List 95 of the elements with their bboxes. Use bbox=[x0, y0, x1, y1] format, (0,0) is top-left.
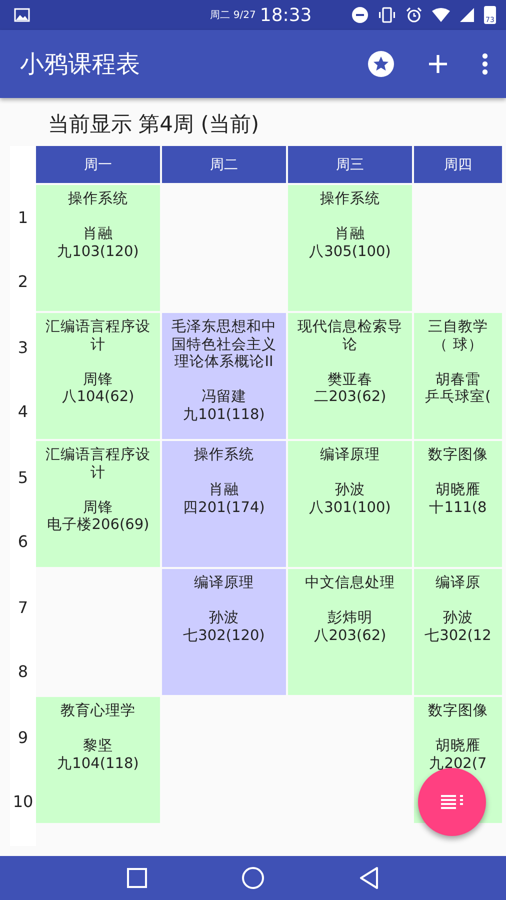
course-title: 操作系统 bbox=[68, 191, 128, 208]
course-card[interactable]: 汇编语言程序设计 周锋 电子楼206(69) bbox=[36, 441, 160, 567]
room-label: 八305(100) bbox=[309, 244, 391, 261]
square-icon bbox=[127, 868, 147, 888]
course-title: 三自教学（ 球） bbox=[427, 319, 489, 354]
app-title: 小鸦课程表 bbox=[20, 49, 141, 80]
teacher-name: 孙波 bbox=[443, 610, 473, 628]
teacher-name: 胡晓雁 bbox=[436, 482, 480, 500]
teacher-name: 樊亚春 bbox=[328, 372, 372, 389]
plus-icon bbox=[428, 54, 448, 74]
home-button[interactable] bbox=[241, 866, 265, 890]
period-number: 3 bbox=[16, 336, 30, 358]
period-number: 5 bbox=[16, 466, 30, 488]
course-card[interactable]: 数字图像 胡晓雁 十111(8 bbox=[414, 441, 502, 567]
course-title: 汇编语言程序设计 bbox=[44, 447, 152, 482]
add-button[interactable] bbox=[428, 54, 448, 74]
teacher-name: 周锋 bbox=[83, 500, 113, 517]
recents-button[interactable] bbox=[127, 868, 147, 888]
course-card[interactable]: 毛泽东思想和中国特色社会主义理论体系概论II 冯留建 九101(118) bbox=[162, 313, 286, 439]
course-card[interactable]: 编译原理 孙波 八301(100) bbox=[288, 441, 412, 567]
room-label: 十111(8 bbox=[429, 500, 487, 517]
course-card[interactable]: 现代信息检索导论 樊亚春 二203(62) bbox=[288, 313, 412, 439]
alarm-icon bbox=[406, 7, 422, 23]
course-card[interactable]: 编译原 孙波 七302(12 bbox=[414, 569, 502, 695]
room-label: 九202(7 bbox=[429, 756, 487, 773]
signal-icon bbox=[460, 8, 474, 22]
teacher-name: 肖融 bbox=[335, 226, 365, 244]
triangle-icon bbox=[359, 867, 379, 889]
room-label: 八301(100) bbox=[309, 500, 391, 517]
course-card[interactable]: 三自教学（ 球） 胡春雷 乒乓球室( bbox=[414, 313, 502, 439]
teacher-name: 胡晓雁 bbox=[436, 738, 480, 756]
wifi-icon bbox=[432, 8, 450, 22]
course-title: 现代信息检索导论 bbox=[296, 319, 404, 354]
teacher-name: 冯留建 bbox=[202, 389, 246, 406]
course-title: 操作系统 bbox=[194, 447, 254, 464]
teacher-name: 黎坚 bbox=[83, 738, 113, 756]
status-time: 18:33 bbox=[260, 4, 312, 26]
teacher-name: 孙波 bbox=[335, 482, 365, 500]
course-card[interactable]: 操作系统 肖融 九103(120) bbox=[36, 185, 160, 311]
day-header: 周三 bbox=[288, 146, 412, 183]
week-label: 当前显示 第4周 (当前) bbox=[47, 111, 260, 138]
star-button[interactable] bbox=[368, 51, 394, 77]
period-number: 1 bbox=[16, 206, 30, 228]
room-label: 七302(12 bbox=[424, 628, 492, 645]
course-card[interactable]: 汇编语言程序设计 周锋 八104(62) bbox=[36, 313, 160, 439]
room-label: 电子楼206(69) bbox=[46, 517, 150, 534]
course-title: 操作系统 bbox=[320, 191, 380, 208]
teacher-name: 肖融 bbox=[83, 226, 113, 244]
back-button[interactable] bbox=[359, 867, 379, 889]
course-card[interactable]: 教育心理学 黎坚 九104(118) bbox=[36, 697, 160, 823]
teacher-name: 肖融 bbox=[209, 482, 239, 500]
course-title: 汇编语言程序设计 bbox=[44, 319, 152, 354]
period-number: 8 bbox=[16, 660, 30, 682]
period-number: 9 bbox=[16, 726, 30, 748]
course-title: 教育心理学 bbox=[60, 703, 136, 720]
teacher-name: 周锋 bbox=[83, 372, 113, 389]
course-card[interactable]: 操作系统 肖融 八305(100) bbox=[288, 185, 412, 311]
course-title: 编译原理 bbox=[320, 447, 380, 464]
list-icon bbox=[441, 795, 463, 809]
day-header: 周一 bbox=[36, 146, 160, 183]
day-header: 周四 bbox=[414, 146, 502, 183]
day-header: 周二 bbox=[162, 146, 286, 183]
course-title: 数字图像 bbox=[428, 447, 488, 464]
course-card[interactable]: 中文信息处理 彭炜明 八203(62) bbox=[288, 569, 412, 695]
room-label: 九103(120) bbox=[57, 244, 139, 261]
room-label: 七302(120) bbox=[183, 628, 265, 645]
room-label: 九104(118) bbox=[57, 756, 139, 773]
period-number: 6 bbox=[16, 530, 30, 552]
room-label: 八203(62) bbox=[314, 628, 386, 645]
course-card[interactable]: 编译原理 孙波 七302(120) bbox=[162, 569, 286, 695]
course-title: 中文信息处理 bbox=[305, 575, 395, 592]
course-card[interactable]: 操作系统 肖融 四201(174) bbox=[162, 441, 286, 567]
more-menu-button[interactable] bbox=[482, 53, 488, 75]
image-icon bbox=[14, 8, 30, 22]
course-title: 毛泽东思想和中国特色社会主义理论体系概论II bbox=[170, 319, 278, 372]
room-label: 九101(118) bbox=[183, 406, 265, 424]
circle-icon bbox=[241, 866, 265, 890]
room-label: 乒乓球室( bbox=[425, 389, 491, 406]
more-icon bbox=[482, 53, 488, 75]
course-title: 编译原理 bbox=[194, 575, 254, 592]
teacher-name: 孙波 bbox=[209, 610, 239, 628]
room-label: 二203(62) bbox=[314, 389, 386, 406]
teacher-name: 彭炜明 bbox=[328, 610, 372, 628]
period-number: 4 bbox=[16, 400, 30, 422]
course-title: 编译原 bbox=[436, 575, 480, 592]
vibrate-icon bbox=[378, 7, 396, 23]
teacher-name: 胡春雷 bbox=[436, 372, 480, 388]
room-label: 四201(174) bbox=[183, 500, 265, 517]
period-number: 10 bbox=[12, 790, 34, 812]
course-title: 数字图像 bbox=[428, 703, 488, 720]
do-not-disturb-icon bbox=[352, 7, 368, 23]
period-number: 2 bbox=[16, 270, 30, 292]
status-date: 周二 9/27 bbox=[210, 9, 256, 22]
room-label: 八104(62) bbox=[62, 389, 134, 406]
period-number: 7 bbox=[16, 596, 30, 618]
